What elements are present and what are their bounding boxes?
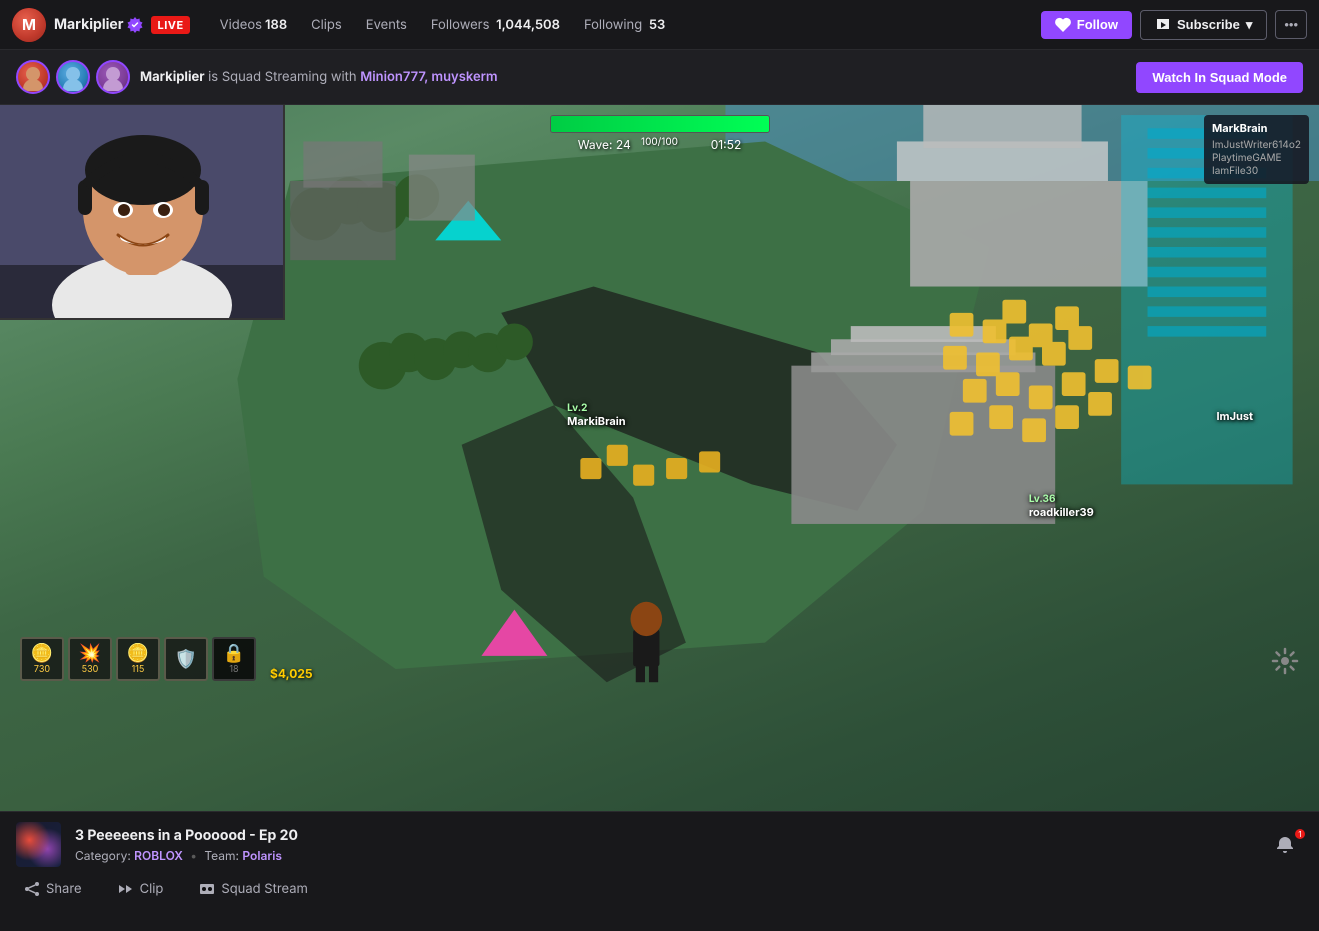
stream-details: 3 Peeeeens in a Poooood - Ep 20 Category… bbox=[75, 827, 1253, 863]
squad-avatars bbox=[16, 60, 130, 94]
live-badge: LIVE bbox=[151, 16, 189, 34]
hud-top-bar: 100/100 Wave: 24 01:52 bbox=[550, 115, 770, 152]
squad-partner1: Minion777 bbox=[360, 69, 424, 85]
stream-title: 3 Peeeeens in a Poooood - Ep 20 bbox=[75, 827, 1253, 844]
notification-wrapper: 1 bbox=[1267, 831, 1303, 859]
notification-count: 1 bbox=[1295, 829, 1305, 839]
hud-bottom-items: 🪙 730 💥 530 🪙 115 🛡️ 🔒 18 bbox=[20, 637, 313, 681]
streamer-webcam bbox=[0, 105, 283, 318]
hud-item-4: 🛡️ bbox=[164, 637, 208, 681]
character-label-imjust: ImJust bbox=[1216, 409, 1253, 423]
hud-item-3: 🪙 115 bbox=[116, 637, 160, 681]
stream-team[interactable]: Polaris bbox=[242, 848, 282, 863]
scoreboard-row: PlaytimeGAME bbox=[1212, 152, 1301, 164]
nav-clips[interactable]: Clips bbox=[301, 13, 352, 37]
more-options-button[interactable]: ••• bbox=[1275, 10, 1307, 39]
stream-actions: Share Clip Squad Stream bbox=[0, 877, 1319, 911]
subscribe-button[interactable]: Subscribe ▾ bbox=[1140, 10, 1267, 40]
nav-actions: Follow Subscribe ▾ ••• bbox=[1041, 10, 1307, 40]
health-bar-container bbox=[550, 115, 770, 133]
squad-avatar-muyskerm[interactable] bbox=[96, 60, 130, 94]
clip-button[interactable]: Clip bbox=[110, 877, 172, 901]
hud-settings-icon[interactable] bbox=[1271, 647, 1299, 681]
squad-avatar-markiplier[interactable] bbox=[16, 60, 50, 94]
nav-followers[interactable]: Followers 1,044,508 bbox=[421, 13, 570, 37]
nav-videos[interactable]: Videos188 bbox=[210, 13, 297, 37]
scoreboard-header: MarkBrain bbox=[1212, 121, 1301, 135]
video-player[interactable]: 100/100 Wave: 24 01:52 MarkBrain ImJustW… bbox=[0, 105, 1319, 811]
health-bar bbox=[551, 116, 769, 132]
webcam-overlay bbox=[0, 105, 285, 320]
hud-item-locked: 🔒 18 bbox=[212, 637, 256, 681]
character-label-roadkiller39: Lv.36 roadkiller39 bbox=[1029, 493, 1094, 519]
nav-links: Videos188 Clips Events Followers 1,044,5… bbox=[210, 13, 676, 37]
stream-thumbnail bbox=[16, 822, 61, 867]
stream-info: 3 Peeeeens in a Poooood - Ep 20 Category… bbox=[0, 812, 1319, 877]
stream-meta: Category: ROBLOX • Team: Polaris bbox=[75, 848, 1253, 863]
follow-button[interactable]: Follow bbox=[1041, 11, 1132, 39]
video-section: 100/100 Wave: 24 01:52 MarkBrain ImJustW… bbox=[0, 105, 1319, 931]
nav-events[interactable]: Events bbox=[356, 13, 417, 37]
squad-watch-button[interactable]: Squad Stream bbox=[191, 877, 316, 901]
hud-item-1: 🪙 730 bbox=[20, 637, 64, 681]
channel-name[interactable]: Markiplier bbox=[54, 16, 123, 33]
verified-icon bbox=[127, 17, 143, 33]
health-text: 100/100 bbox=[550, 133, 770, 151]
nav-following[interactable]: Following 53 bbox=[574, 13, 675, 37]
squad-streaming-bar: Markiplier is Squad Streaming with Minio… bbox=[0, 50, 1319, 105]
hud-gold-display: $4,025 bbox=[270, 666, 313, 681]
squad-avatar-minion777[interactable] bbox=[56, 60, 90, 94]
notification-button[interactable]: 1 bbox=[1267, 831, 1303, 859]
top-navigation: M Markiplier LIVE Videos188 Clips Events… bbox=[0, 0, 1319, 50]
squad-streaming-text: Markiplier is Squad Streaming with Minio… bbox=[140, 69, 498, 85]
scoreboard-row: ImJustWriter614o2 bbox=[1212, 139, 1301, 151]
stream-category[interactable]: ROBLOX bbox=[134, 848, 183, 863]
scoreboard-mini: MarkBrain ImJustWriter614o2 PlaytimeGAME… bbox=[1204, 115, 1309, 184]
character-label-markibrain: Lv.2 MarkiBrain bbox=[567, 402, 625, 428]
share-button[interactable]: Share bbox=[16, 877, 90, 901]
main-content: 100/100 Wave: 24 01:52 MarkBrain ImJustW… bbox=[0, 105, 1319, 931]
scoreboard-row: IamFile30 bbox=[1212, 165, 1301, 177]
squad-partner2: muyskerm bbox=[431, 69, 497, 85]
hud-item-2: 💥 530 bbox=[68, 637, 112, 681]
channel-avatar[interactable]: M bbox=[12, 8, 46, 42]
stream-bottom-bar: 3 Peeeeens in a Poooood - Ep 20 Category… bbox=[0, 811, 1319, 931]
watch-squad-mode-button[interactable]: Watch In Squad Mode bbox=[1136, 62, 1303, 93]
